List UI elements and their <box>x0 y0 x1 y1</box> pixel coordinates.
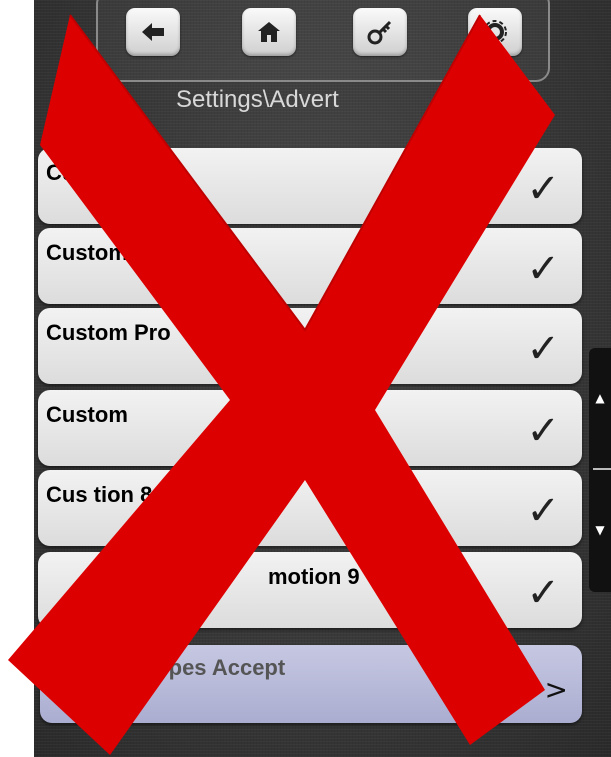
scroll-down-icon[interactable]: ▼ <box>593 524 607 536</box>
checkmark-icon: ✓ <box>526 326 560 372</box>
breadcrumb: Settings\Advert <box>176 86 339 113</box>
list-item[interactable]: Custom ✓ <box>38 228 582 304</box>
scroll-control[interactable]: ▲ ▼ <box>589 348 611 592</box>
checkmark-icon: ✓ <box>526 166 560 212</box>
list-item-label: Custom <box>46 402 128 427</box>
list-item-label: Custom <box>46 240 128 265</box>
checkmark-icon: ✓ <box>526 246 560 292</box>
gear-icon <box>483 20 507 44</box>
credit-card-types-label: Cred ard Types Accept <box>48 655 286 680</box>
checkmark-icon: ✓ <box>526 408 560 454</box>
home-icon <box>258 22 280 42</box>
list-item[interactable]: Custom ✓ <box>38 390 582 466</box>
list-item-label: Cus tion 8 <box>46 482 153 507</box>
key-icon <box>367 20 392 45</box>
device-screen: Settings\Advert Cu tion ✓ Custom ✓ Custo… <box>34 0 611 757</box>
checkmark-icon: ✓ <box>526 488 560 534</box>
scroll-divider <box>593 468 611 470</box>
list-item[interactable]: Cus tion 8 ✓ <box>38 470 582 546</box>
top-toolbar <box>96 0 550 82</box>
list-item-label: motion 9 <box>268 564 360 589</box>
checkmark-icon: ✓ <box>526 570 560 616</box>
back-button[interactable] <box>126 8 180 56</box>
list-item[interactable]: Custom Pro ✓ <box>38 308 582 384</box>
home-button[interactable] <box>242 8 296 56</box>
scroll-up-icon[interactable]: ▲ <box>593 392 607 404</box>
settings-button[interactable] <box>468 8 522 56</box>
key-button[interactable] <box>353 8 407 56</box>
list-item-label: Cu tion <box>46 160 122 185</box>
list-item-label: Custom Pro <box>46 320 171 345</box>
chevron-right-icon: > <box>544 673 568 706</box>
list-item[interactable]: Cu tion ✓ <box>38 148 582 224</box>
list-item[interactable]: motion 9 ✓ <box>38 552 582 628</box>
credit-card-types-row[interactable]: Cred ard Types Accept > <box>40 645 582 723</box>
back-arrow-icon <box>142 23 164 41</box>
